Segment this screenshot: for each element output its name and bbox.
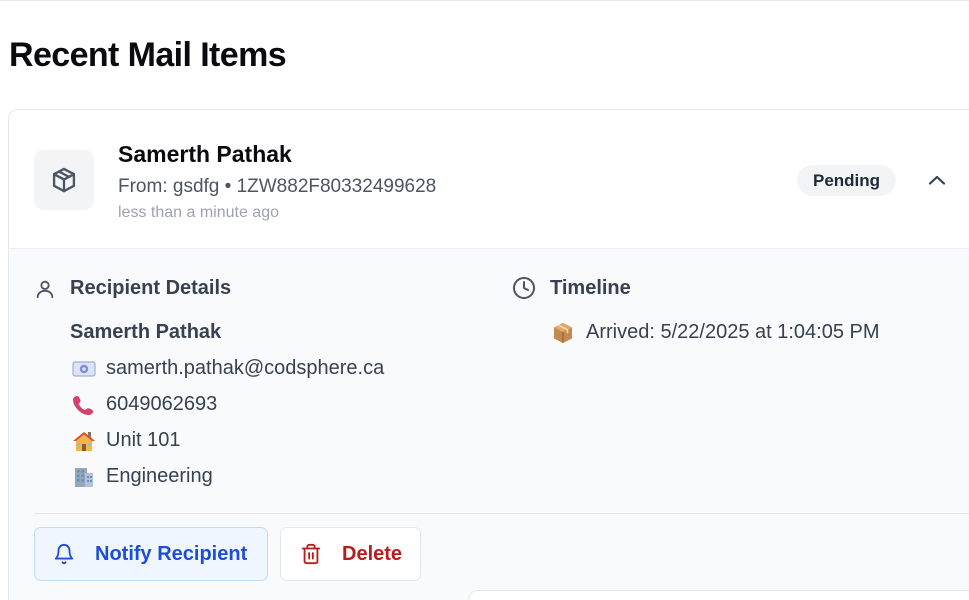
page-title: Recent Mail Items bbox=[9, 36, 287, 74]
mail-item-details: Recipient Details Samerth Pathak samerth… bbox=[9, 249, 969, 600]
chevron-up-icon bbox=[928, 175, 946, 185]
notify-recipient-button[interactable]: Notify Recipient bbox=[34, 527, 268, 581]
delete-button[interactable]: Delete bbox=[280, 527, 421, 581]
notify-recipient-label: Notify Recipient bbox=[95, 542, 248, 565]
actions-divider bbox=[34, 513, 969, 514]
recipient-department: Engineering bbox=[106, 465, 213, 487]
recipient-phone: 6049062693 bbox=[106, 393, 218, 415]
mail-item-card: Samerth Pathak From: gsdfg • 1ZW882F8033… bbox=[8, 109, 969, 600]
mail-from-tracking: From: gsdfg • 1ZW882F80332499628 bbox=[118, 176, 437, 197]
mail-timestamp: less than a minute ago bbox=[118, 204, 279, 221]
recipient-unit-row: Unit 101 bbox=[72, 429, 181, 452]
top-divider bbox=[0, 0, 969, 1]
package-icon bbox=[34, 150, 94, 210]
recipient-email-row: samerth.pathak@codsphere.ca bbox=[72, 357, 384, 380]
recipient-name: Samerth Pathak bbox=[70, 321, 222, 343]
delete-label: Delete bbox=[342, 542, 403, 565]
trash-icon bbox=[301, 543, 321, 565]
timeline-label: Timeline bbox=[550, 276, 631, 299]
next-card-edge bbox=[468, 590, 969, 600]
recipient-unit: Unit 101 bbox=[106, 429, 181, 451]
bell-icon bbox=[54, 544, 74, 565]
recipient-details-label: Recipient Details bbox=[70, 277, 232, 299]
office-building-emoji bbox=[72, 466, 98, 488]
package-emoji bbox=[552, 322, 578, 344]
timeline-heading: Timeline bbox=[512, 276, 631, 300]
timeline-arrived-row: Arrived: 5/22/2025 at 1:04:05 PM bbox=[552, 321, 880, 344]
status-badge: Pending bbox=[797, 165, 897, 196]
mail-item-header[interactable]: Samerth Pathak From: gsdfg • 1ZW882F8033… bbox=[9, 110, 969, 249]
recipient-phone-row: 6049062693 bbox=[72, 393, 217, 416]
mail-recipient-name: Samerth Pathak bbox=[118, 141, 292, 167]
recipient-department-row: Engineering bbox=[72, 465, 213, 488]
user-icon bbox=[36, 280, 54, 298]
house-emoji bbox=[72, 430, 98, 452]
phone-emoji bbox=[72, 394, 98, 416]
recipient-details-heading: Recipient Details bbox=[34, 277, 231, 300]
collapse-button[interactable] bbox=[924, 169, 950, 191]
timeline-arrived: Arrived: 5/22/2025 at 1:04:05 PM bbox=[586, 321, 880, 343]
clock-icon bbox=[513, 277, 535, 299]
email-emoji bbox=[72, 358, 98, 380]
recipient-email: samerth.pathak@codsphere.ca bbox=[106, 357, 385, 379]
